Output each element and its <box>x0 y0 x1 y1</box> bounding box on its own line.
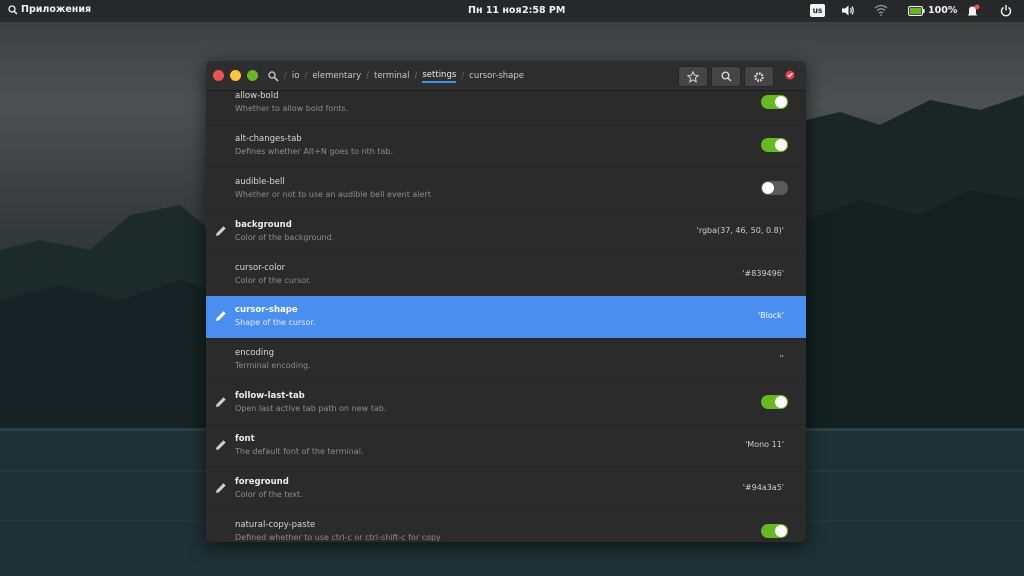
maximize-button[interactable] <box>247 70 258 81</box>
key-description: Whether or not to use an audible bell ev… <box>235 190 431 199</box>
key-name: encoding <box>235 348 275 358</box>
keys-list: allow-bold Whether to allow bold fonts. … <box>206 91 806 542</box>
list-item[interactable]: follow-last-tab Open last active tab pat… <box>206 382 806 425</box>
battery-percent: 100% <box>928 5 958 16</box>
breadcrumb-elementary[interactable]: elementary <box>312 71 361 81</box>
close-button[interactable] <box>213 70 224 81</box>
key-value: '#94a3a5' <box>742 483 784 492</box>
audible-bell-switch[interactable] <box>761 181 788 195</box>
panel-date[interactable]: Пн 11 ноя <box>468 5 522 16</box>
search-button[interactable] <box>711 66 741 87</box>
breadcrumb-io[interactable]: io <box>292 71 300 81</box>
pencil-icon <box>216 483 226 493</box>
key-value: 'rgba(37, 46, 50, 0.8)' <box>696 226 784 235</box>
list-item[interactable]: encoding Terminal encoding. '' <box>206 339 806 382</box>
list-item-selected[interactable]: cursor-shape Shape of the cursor. 'Block… <box>206 296 806 339</box>
list-item[interactable]: allow-bold Whether to allow bold fonts. <box>206 91 806 125</box>
applications-menu[interactable]: Приложения <box>8 4 91 15</box>
list-item[interactable]: font The default font of the terminal. '… <box>206 425 806 468</box>
key-name: font <box>235 434 255 444</box>
key-description: Color of the background. <box>235 233 335 242</box>
pencil-icon <box>216 311 226 321</box>
key-description: Color of the cursor. <box>235 276 312 285</box>
search-icon <box>8 4 18 14</box>
app-icon <box>785 70 795 80</box>
power-icon[interactable] <box>1000 4 1012 17</box>
key-name: natural-copy-paste <box>235 520 316 530</box>
dconf-root-icon[interactable] <box>268 70 279 82</box>
battery-icon[interactable] <box>908 6 925 16</box>
panel-time[interactable]: 2:58 PM <box>522 5 565 16</box>
allow-bold-switch[interactable] <box>761 95 788 109</box>
breadcrumb-terminal[interactable]: terminal <box>374 71 410 81</box>
breadcrumb-settings[interactable]: settings <box>422 70 457 83</box>
titlebar: / io / elementary / terminal / settings … <box>206 61 806 91</box>
list-item[interactable]: background Color of the background. 'rgb… <box>206 211 806 254</box>
minimize-button[interactable] <box>230 70 241 81</box>
pencil-icon <box>216 440 226 450</box>
list-item[interactable]: alt-changes-tab Defines whether Alt+N go… <box>206 125 806 168</box>
bookmark-button[interactable] <box>678 66 708 87</box>
menu-button[interactable] <box>744 66 774 87</box>
list-item[interactable]: natural-copy-paste Defined whether to us… <box>206 511 806 542</box>
top-panel: Приложения Пн 11 ноя 2:58 PM us 100% <box>0 0 1024 22</box>
key-description: Shape of the cursor. <box>235 318 316 327</box>
key-value: 'Mono 11' <box>745 440 784 449</box>
volume-icon[interactable] <box>841 4 855 17</box>
key-name: background <box>235 220 292 230</box>
key-name: audible-bell <box>235 177 285 187</box>
desktop: Приложения Пн 11 ноя 2:58 PM us 100% / i… <box>0 0 1024 576</box>
breadcrumb-cursor-shape[interactable]: cursor-shape <box>469 71 524 81</box>
key-value: 'Block' <box>757 311 784 320</box>
key-value: '' <box>779 354 784 363</box>
search-icon <box>721 71 732 82</box>
key-description: The default font of the terminal. <box>235 447 364 456</box>
key-description: Defines whether Alt+N goes to nth tab. <box>235 147 394 156</box>
key-description: Terminal encoding. <box>235 361 311 370</box>
applications-label: Приложения <box>21 4 92 15</box>
key-name: allow-bold <box>235 91 279 101</box>
key-name: foreground <box>235 477 289 487</box>
key-name: follow-last-tab <box>235 391 305 401</box>
breadcrumb: / io / elementary / terminal / settings … <box>268 68 524 84</box>
key-name: cursor-shape <box>235 305 298 315</box>
list-item[interactable]: cursor-color Color of the cursor. '#8394… <box>206 254 806 297</box>
keyboard-layout-indicator[interactable]: us <box>810 4 825 17</box>
pencil-icon <box>216 397 226 407</box>
list-item[interactable]: foreground Color of the text. '#94a3a5' <box>206 468 806 511</box>
key-description: Defined whether to use ctrl-c or ctrl-sh… <box>235 533 441 542</box>
wifi-icon[interactable] <box>874 4 888 16</box>
key-description: Color of the text. <box>235 490 303 499</box>
dconf-editor-window: / io / elementary / terminal / settings … <box>206 61 806 542</box>
star-icon <box>687 70 699 83</box>
key-name: alt-changes-tab <box>235 134 302 144</box>
notification-icon[interactable] <box>966 4 980 18</box>
natural-copy-paste-switch[interactable] <box>761 524 788 538</box>
gear-icon <box>754 71 764 82</box>
key-name: cursor-color <box>235 263 286 273</box>
key-description: Open last active tab path on new tab. <box>235 404 387 413</box>
pencil-icon <box>216 226 226 236</box>
alt-changes-tab-switch[interactable] <box>761 138 788 152</box>
follow-last-tab-switch[interactable] <box>761 395 788 409</box>
key-description: Whether to allow bold fonts. <box>235 104 349 113</box>
list-item[interactable]: audible-bell Whether or not to use an au… <box>206 168 806 211</box>
key-value: '#839496' <box>742 269 784 278</box>
